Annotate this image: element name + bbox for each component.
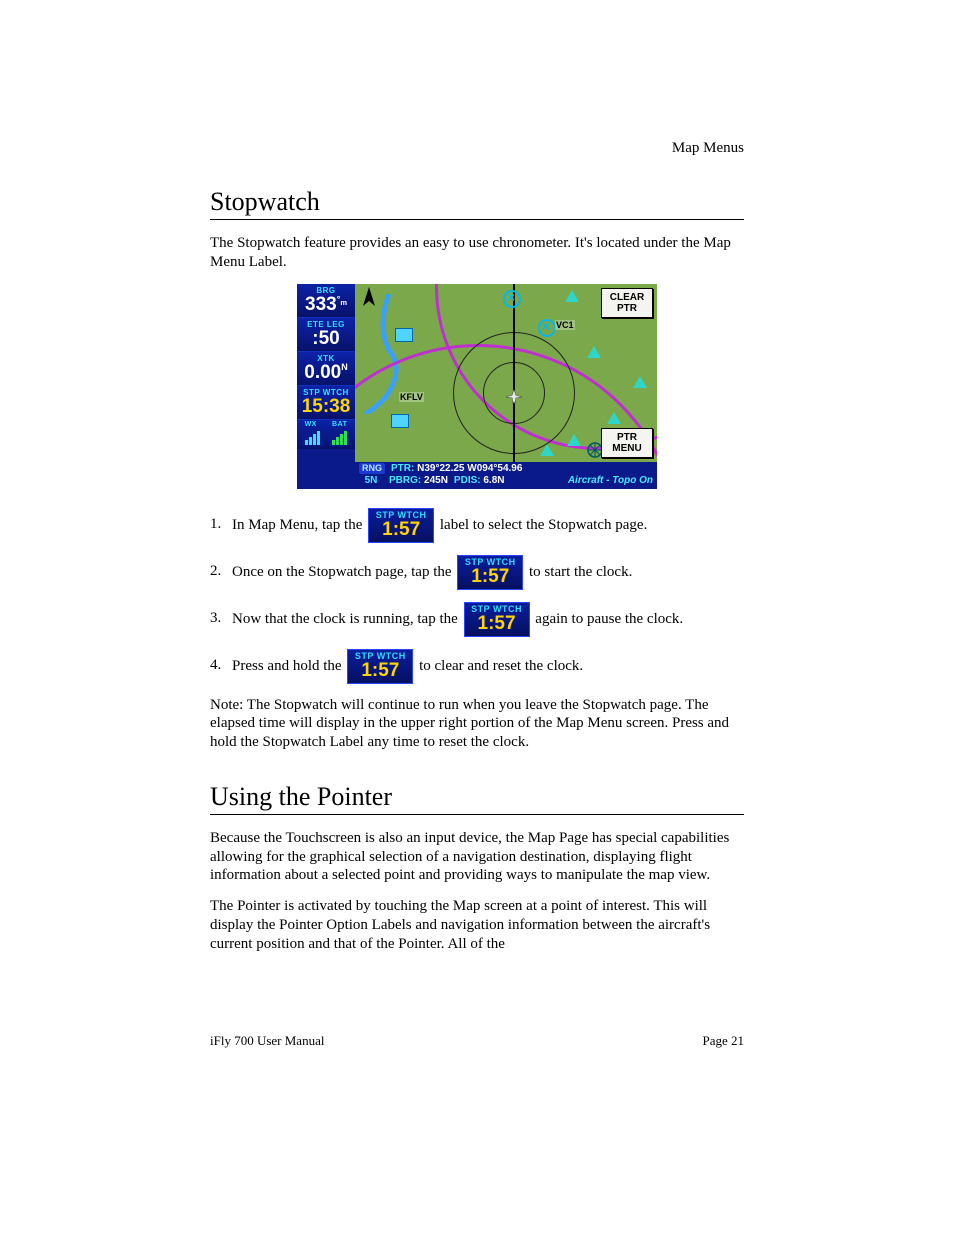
- airport-icon: [395, 328, 413, 342]
- aircraft-icon: [505, 388, 523, 406]
- rng-badge: RNG: [359, 463, 385, 474]
- map-infobar: RNG PTR: N39°22.25 W094°54.96 5N PBRG: 2…: [355, 462, 657, 489]
- stopwatch-badge[interactable]: STP WTCH 1:57: [464, 602, 530, 637]
- step-4: 4. Press and hold the STP WTCH 1:57 to c…: [210, 649, 744, 684]
- section-rule: [210, 219, 744, 220]
- vor-icon: [538, 319, 556, 337]
- stopwatch-badge[interactable]: STP WTCH 1:57: [457, 555, 523, 590]
- wx-label: WX: [305, 421, 317, 428]
- bat-label: BAT: [332, 421, 347, 428]
- sb-stpwtch[interactable]: STP WTCH 15:38: [297, 386, 355, 420]
- battery-icon: [329, 430, 351, 446]
- airport-label: KFLV: [399, 392, 424, 402]
- sb-brg[interactable]: BRG 333°m: [297, 284, 355, 318]
- pointer-para-2: The Pointer is activated by touching the…: [210, 897, 744, 953]
- footer-left: iFly 700 User Manual: [210, 1033, 324, 1049]
- topo-status: Aircraft - Topo On: [568, 475, 653, 487]
- page-header: Map Menus: [210, 140, 744, 157]
- section-title-pointer: Using the Pointer: [210, 782, 744, 812]
- north-arrow-icon: [359, 286, 379, 310]
- intro-paragraph: The Stopwatch feature provides an easy t…: [210, 234, 744, 272]
- sb-status: WX BAT: [297, 420, 355, 449]
- pointer-para-1: Because the Touchscreen is also an input…: [210, 829, 744, 885]
- clear-ptr-button[interactable]: CLEARPTR: [601, 288, 653, 318]
- section-rule: [210, 814, 744, 815]
- course-line: [513, 284, 515, 462]
- moving-map[interactable]: VC1 KFLV DY CLEARPTR PTRMENU: [355, 284, 657, 462]
- sb-brg-value: 333°m: [297, 295, 355, 314]
- sb-xtk-value: 0.00N: [297, 363, 355, 382]
- stopwatch-badge[interactable]: STP WTCH 1:57: [368, 508, 434, 543]
- page-footer: iFly 700 User Manual Page 21: [210, 1033, 744, 1049]
- sb-xtk[interactable]: XTK 0.00N: [297, 352, 355, 386]
- airport-icon: [391, 414, 409, 428]
- obstruction-icon: [503, 290, 521, 308]
- sb-stpwtch-value: 15:38: [297, 397, 355, 416]
- step-3: 3. Now that the clock is running, tap th…: [210, 602, 744, 637]
- device-sidebar: BRG 333°m ETE LEG :50 XTK 0.00N STP WT: [297, 284, 355, 489]
- footer-right: Page 21: [702, 1033, 744, 1049]
- sb-eteleg[interactable]: ETE LEG :50: [297, 318, 355, 352]
- ptr-menu-button[interactable]: PTRMENU: [601, 428, 653, 458]
- wx-signal-icon: [302, 430, 324, 446]
- vor-label: VC1: [555, 320, 575, 330]
- device-screenshot: BRG 333°m ETE LEG :50 XTK 0.00N STP WT: [297, 284, 657, 489]
- sb-eteleg-value: :50: [297, 329, 355, 348]
- range-value: 5N: [359, 475, 383, 487]
- note-paragraph: Note: The Stopwatch will continue to run…: [210, 696, 744, 752]
- section-title-stopwatch: Stopwatch: [210, 187, 744, 217]
- step-1: 1. In Map Menu, tap the STP WTCH 1:57 la…: [210, 508, 744, 543]
- step-2: 2. Once on the Stopwatch page, tap the S…: [210, 555, 744, 590]
- stopwatch-badge[interactable]: STP WTCH 1:57: [347, 649, 413, 684]
